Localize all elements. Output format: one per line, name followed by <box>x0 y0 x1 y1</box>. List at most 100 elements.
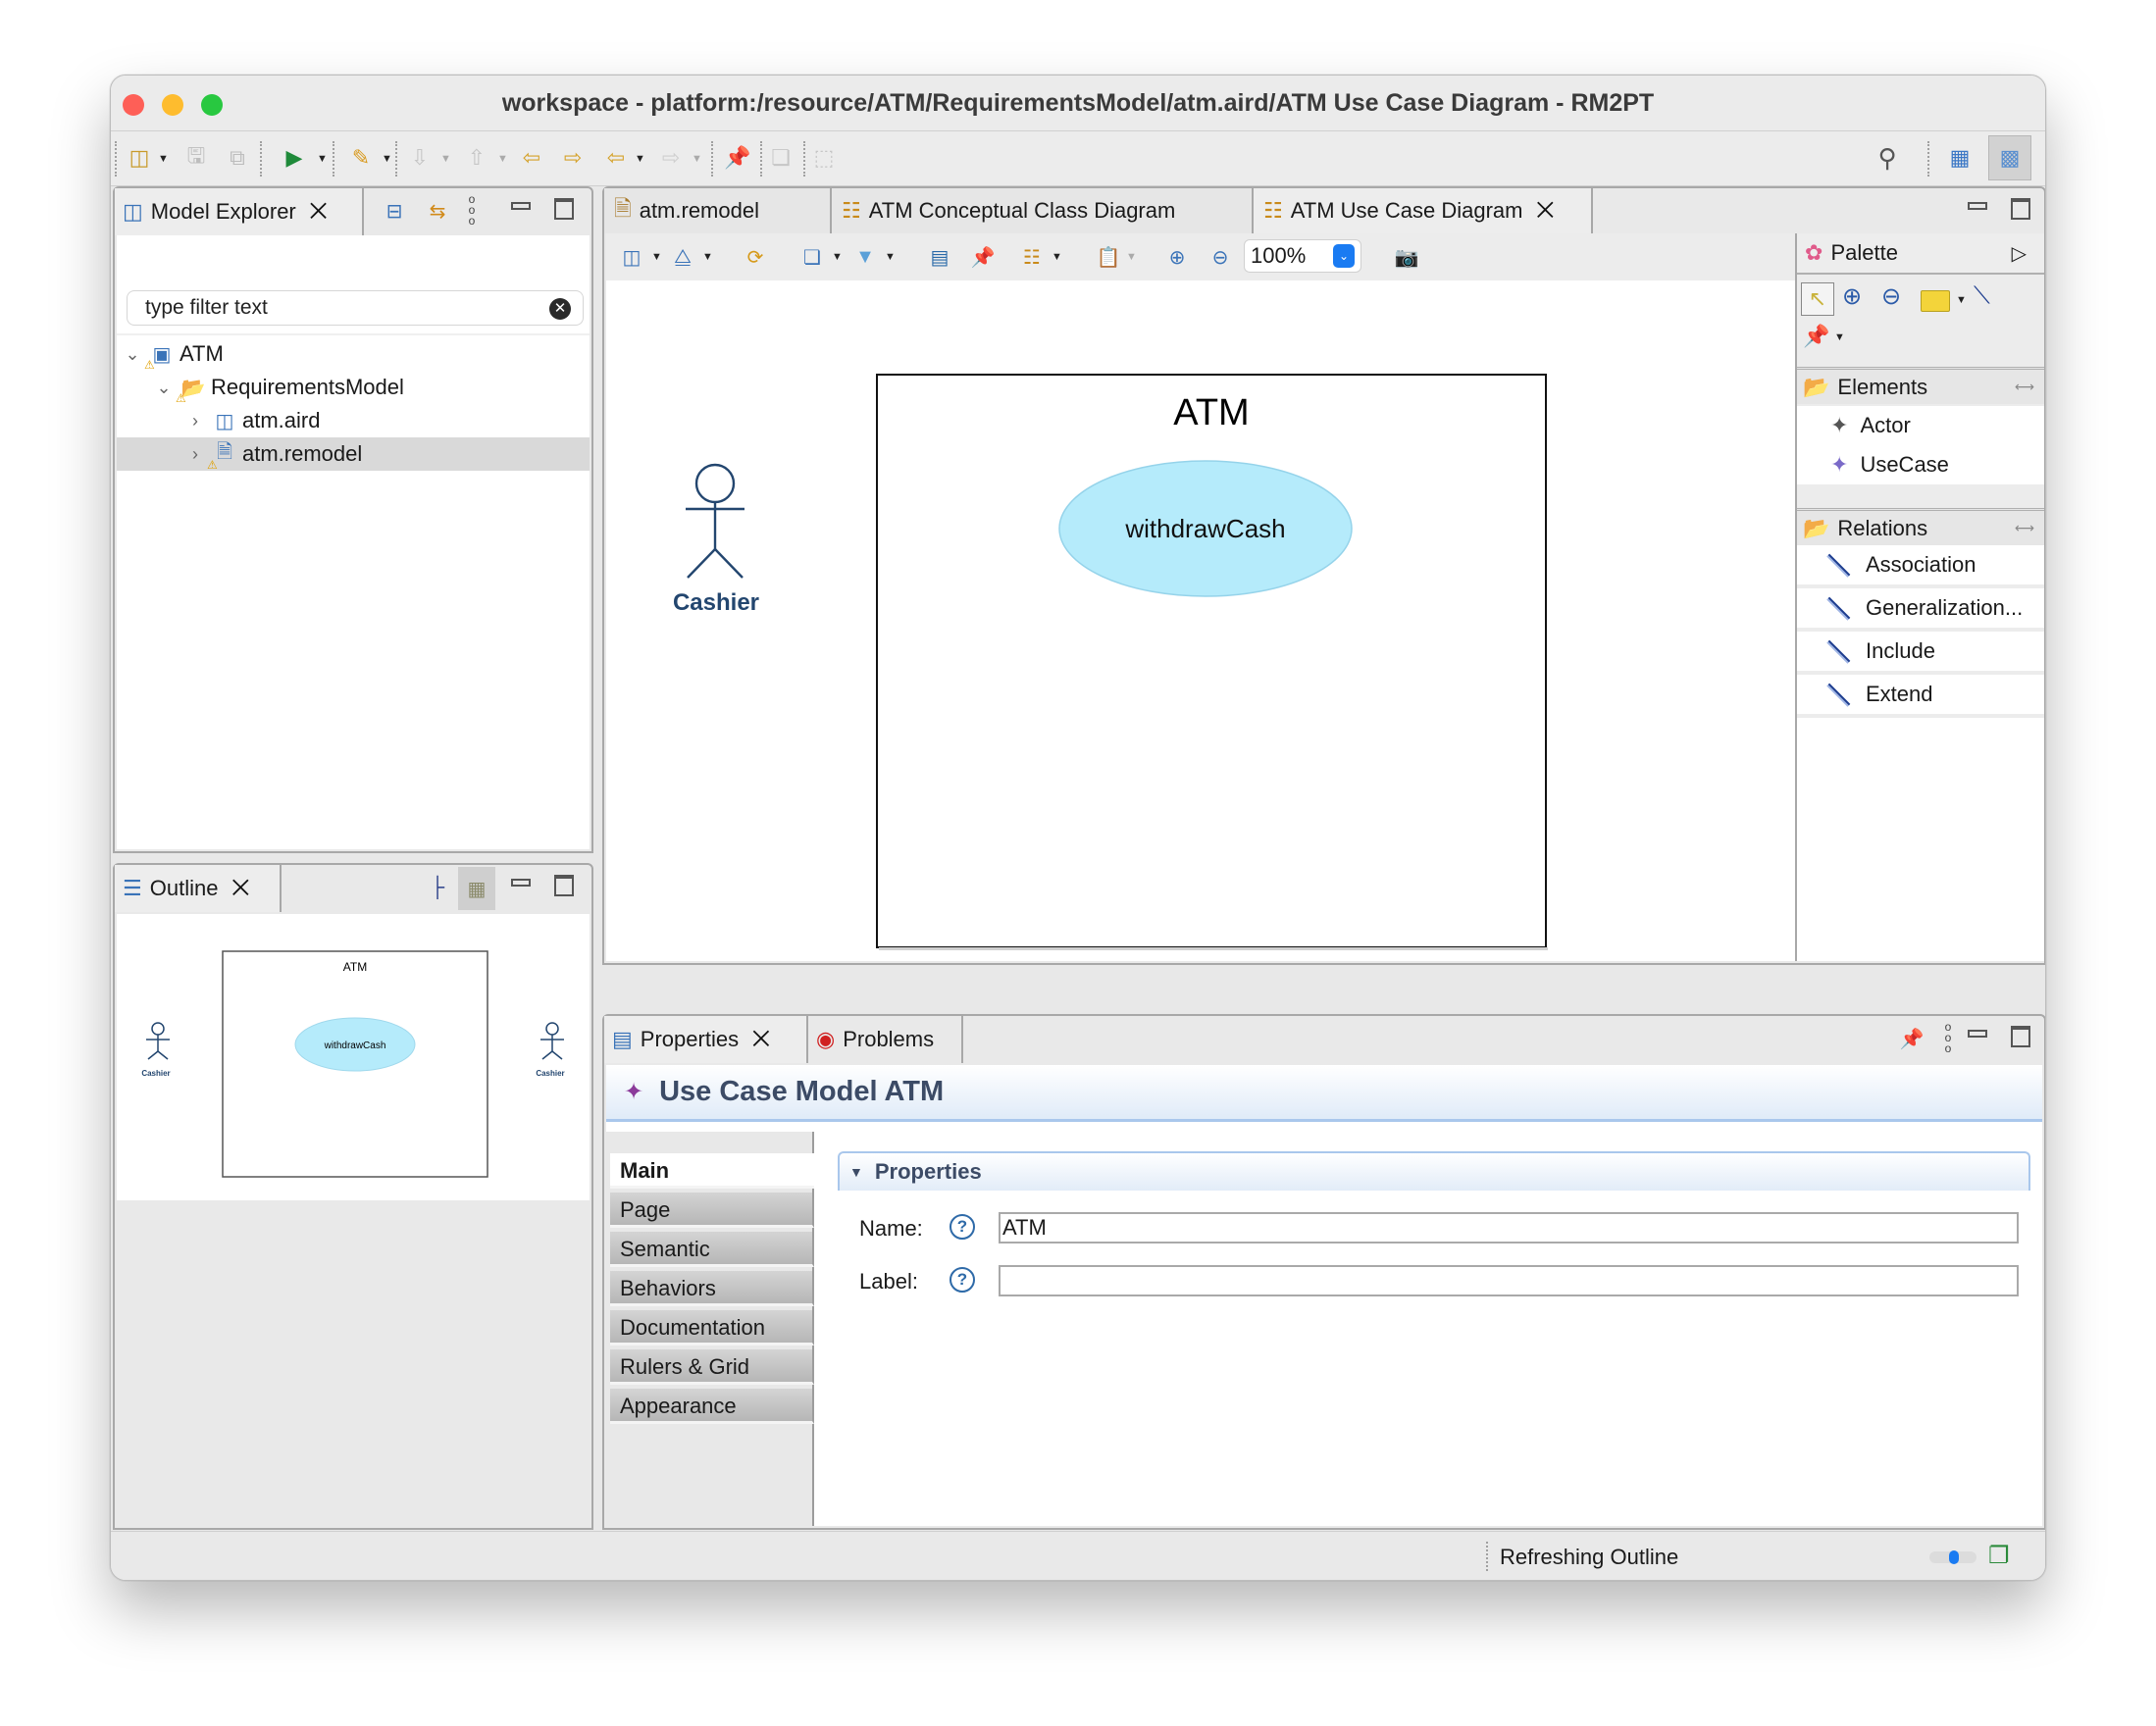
compare-icon[interactable]: ❏ <box>766 143 796 173</box>
external-tools-icon[interactable]: ✎ <box>346 143 376 173</box>
chevron-right-icon[interactable]: › <box>185 411 205 432</box>
pin-icon[interactable]: 📌 <box>967 241 999 273</box>
show-tree-icon[interactable]: ├ <box>423 873 452 902</box>
layout-dropdown[interactable]: ▼ <box>702 251 713 263</box>
zoom-level-select[interactable]: 100% ⌄ <box>1244 239 1361 273</box>
last-edit-forward-icon[interactable]: ⇨ <box>558 143 588 173</box>
zoom-out-tool-icon[interactable]: ⊖ <box>1881 282 1901 311</box>
new-wizard-icon[interactable]: ◫ <box>125 143 154 173</box>
save-icon[interactable]: 🖫 <box>181 143 211 173</box>
close-icon[interactable]: ⨉ <box>231 876 249 901</box>
palette-item-association[interactable]: Association <box>1797 545 2044 584</box>
external-tools-dropdown-arrow[interactable]: ▼ <box>382 153 392 165</box>
next-annotation-dropdown[interactable]: ▼ <box>440 153 451 165</box>
tree-item-atm-aird[interactable]: › ◫ atm.aird <box>117 404 590 437</box>
palette-drawer-relations[interactable]: 📂 Relations ⟷ <box>1797 508 2044 545</box>
side-tab-behaviors[interactable]: Behaviors <box>610 1271 814 1306</box>
properties-section-header[interactable]: ▼ Properties <box>838 1151 2030 1191</box>
palette-item-generalization[interactable]: Generalization... <box>1797 588 2044 628</box>
minimize-editor-button[interactable] <box>1968 202 1987 210</box>
last-edit-back-icon[interactable]: ⇦ <box>517 143 546 173</box>
tab-model-explorer[interactable]: ◫ Model Explorer ⨉ <box>115 188 364 235</box>
palette-item-include[interactable]: Include <box>1797 632 2044 671</box>
chevron-down-icon[interactable]: ⌄ <box>154 378 174 398</box>
tab-use-case-diagram[interactable]: ☷ ATM Use Case Diagram ⨉ <box>1254 188 1593 233</box>
view-menu-icon[interactable]: ooo <box>466 193 478 227</box>
layers-icon[interactable]: ❏ <box>796 241 828 273</box>
help-icon[interactable]: ? <box>950 1267 975 1293</box>
minimize-view-button[interactable] <box>511 202 531 210</box>
hide-palette-icon[interactable]: ▷ <box>2012 241 2027 266</box>
link-with-editor-icon[interactable]: ⇆ <box>423 196 452 226</box>
minimize-view-button[interactable] <box>1968 1030 1987 1038</box>
label-field[interactable] <box>999 1265 2019 1296</box>
search-icon[interactable]: ⚲ <box>1873 143 1902 173</box>
zoom-in-icon[interactable]: ⊕ <box>1161 241 1193 273</box>
side-tab-page[interactable]: Page <box>610 1193 814 1228</box>
layers-dropdown[interactable]: ▼ <box>832 251 843 263</box>
refresh-icon[interactable]: ⟳ <box>740 241 771 273</box>
back-dropdown-arrow[interactable]: ▼ <box>635 153 645 165</box>
chevron-down-icon[interactable]: ⌄ <box>123 344 142 365</box>
note-tool-icon[interactable] <box>1921 290 1950 312</box>
collapse-all-icon[interactable]: ⊟ <box>380 196 409 226</box>
new-dropdown-arrow[interactable]: ▼ <box>158 153 169 165</box>
close-icon[interactable]: ⨉ <box>310 199 328 225</box>
toggle-block-icon[interactable]: ⬚ <box>809 143 839 173</box>
clear-filter-icon[interactable]: ✕ <box>549 298 571 320</box>
run-icon[interactable]: ▶ <box>280 143 309 173</box>
previous-annotation-dropdown[interactable]: ▼ <box>497 153 508 165</box>
progress-view-icon[interactable]: ❐ <box>1988 1542 2010 1570</box>
name-field[interactable]: ATM <box>999 1212 2019 1244</box>
chevron-right-icon[interactable]: › <box>185 444 205 465</box>
maximize-view-button[interactable] <box>554 198 574 220</box>
tab-properties[interactable]: ▤ Properties ⨉ <box>604 1016 808 1063</box>
layout-icon[interactable]: ⧋ <box>667 241 698 273</box>
tab-outline[interactable]: ☰ Outline ⨉ <box>115 865 282 912</box>
tab-problems[interactable]: ◉ Problems <box>808 1016 963 1063</box>
close-icon[interactable]: ⨉ <box>752 1027 770 1052</box>
zoom-out-icon[interactable]: ⊖ <box>1205 241 1236 273</box>
tree-item-atm-remodel[interactable]: › 🗎 ⚠ atm.remodel <box>117 437 590 472</box>
note-attachment-tool-icon[interactable]: ⟍ <box>1974 282 1990 310</box>
filters-icon[interactable]: ▼ <box>849 241 881 273</box>
progress-indicator[interactable] <box>1929 1550 1976 1564</box>
previous-annotation-icon[interactable]: ⇧ <box>462 143 491 173</box>
minimize-view-button[interactable] <box>511 879 531 887</box>
arrange-icon[interactable]: ◫ <box>616 241 647 273</box>
filter-input[interactable]: type filter text ✕ <box>127 290 584 326</box>
side-tab-documentation[interactable]: Documentation <box>610 1310 814 1345</box>
export-icon[interactable]: ▤ <box>924 241 955 273</box>
section-collapse-icon[interactable]: ▼ <box>849 1164 863 1180</box>
pin-drawer-icon[interactable]: ⟷ <box>2015 520 2034 536</box>
actor-cashier[interactable] <box>686 463 744 579</box>
side-tab-rulers-grid[interactable]: Rulers & Grid <box>610 1349 814 1385</box>
outline-overview[interactable]: ATM withdrawCash Cashier Cashier <box>117 914 590 1200</box>
palette-drawer-elements[interactable]: 📂 Elements ⟷ <box>1797 367 2044 404</box>
view-menu-icon[interactable]: ooo <box>1942 1021 1954 1054</box>
run-dropdown-arrow[interactable]: ▼ <box>317 153 328 165</box>
tree-item-atm[interactable]: ⌄ ▣ ⚠ ATM <box>117 337 590 372</box>
close-icon[interactable]: ⨉ <box>1537 198 1555 224</box>
pin-drawer-icon[interactable]: ⟷ <box>2015 379 2034 395</box>
open-perspective-icon[interactable]: ▦ <box>1945 143 1975 173</box>
chevron-down-icon[interactable]: ⌄ <box>1333 244 1355 268</box>
select-tool-icon[interactable]: ↖ <box>1801 282 1834 316</box>
zoom-in-tool-icon[interactable]: ⊕ <box>1842 282 1862 311</box>
note-tool-dropdown[interactable]: ▼ <box>1956 294 1967 306</box>
select-diagram-dropdown[interactable]: ▼ <box>1052 251 1062 263</box>
select-diagram-icon[interactable]: ☷ <box>1016 241 1048 273</box>
forward-icon[interactable]: ⇨ <box>656 143 686 173</box>
maximize-view-button[interactable] <box>2011 1026 2030 1047</box>
paste-format-dropdown[interactable]: ▼ <box>1126 251 1137 263</box>
save-all-icon[interactable]: ⧉ <box>223 143 252 173</box>
modeling-perspective-icon[interactable]: ▩ <box>1988 135 2031 180</box>
tab-atm-remodel[interactable]: 🗎 atm.remodel <box>604 188 832 233</box>
pin-tool-dropdown[interactable]: ▼ <box>1834 331 1845 343</box>
maximize-view-button[interactable] <box>554 875 574 896</box>
side-tab-appearance[interactable]: Appearance <box>610 1389 814 1424</box>
side-tab-main[interactable]: Main <box>610 1153 814 1189</box>
pin-editor-icon[interactable]: 📌 <box>723 143 752 173</box>
pin-view-icon[interactable]: 📌 <box>1897 1024 1926 1053</box>
palette-item-actor[interactable]: ✦ Actor <box>1797 406 2044 445</box>
